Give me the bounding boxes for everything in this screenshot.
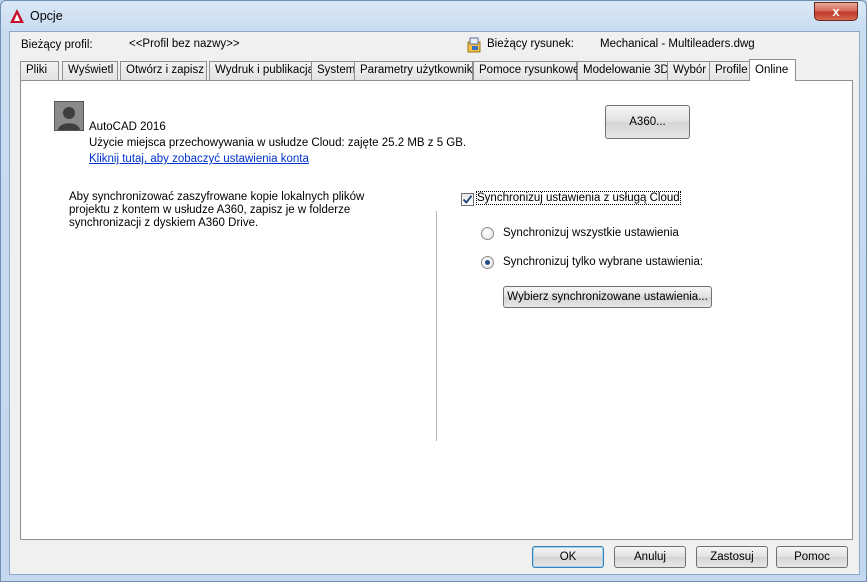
- user-avatar-icon: [54, 101, 84, 131]
- a360-button[interactable]: A360...: [605, 105, 690, 139]
- tab-pliki[interactable]: Pliki: [20, 61, 59, 80]
- cloud-storage-usage: Użycie miejsca przechowywania w usłudze …: [89, 137, 467, 149]
- current-drawing-label: Bieżący rysunek:: [487, 38, 574, 50]
- tab-online[interactable]: Online: [749, 59, 796, 81]
- account-settings-link[interactable]: Kliknij tutaj, aby zobaczyć ustawienia k…: [89, 153, 309, 165]
- options-dialog: Opcje x Bieżący profil: <<Profil bez naz…: [0, 0, 867, 582]
- apply-button[interactable]: Zastosuj: [696, 546, 768, 568]
- window-title: Opcje: [30, 9, 63, 23]
- profile-row: Bieżący profil: <<Profil bez nazwy>> Bie…: [10, 32, 859, 58]
- tab-otworz-i-zapisz[interactable]: Otwórz i zapisz: [120, 61, 207, 80]
- sync-selected-radio[interactable]: [481, 256, 494, 269]
- checkmark-icon: [462, 195, 473, 204]
- sync-settings-label[interactable]: Synchronizuj ustawienia z usługą Cloud: [476, 191, 681, 205]
- current-profile-value: <<Profil bez nazwy>>: [129, 38, 240, 50]
- drawing-icon: [467, 37, 481, 53]
- cancel-button[interactable]: Anuluj: [614, 546, 686, 568]
- sync-selected-label[interactable]: Synchronizuj tylko wybrane ustawienia:: [503, 256, 703, 268]
- sync-info-text: Aby synchronizować zaszyfrowane kopie lo…: [69, 191, 365, 229]
- tab-wyswietl[interactable]: Wyświetl: [62, 61, 118, 80]
- sync-all-label[interactable]: Synchronizuj wszystkie ustawienia: [503, 227, 679, 239]
- tab-modelowanie-3d[interactable]: Modelowanie 3D: [577, 61, 669, 80]
- sync-settings-checkbox[interactable]: [461, 193, 474, 206]
- tab-parametry-uzytkownika[interactable]: Parametry użytkownika: [354, 61, 479, 80]
- sync-all-radio[interactable]: [481, 227, 494, 240]
- tab-profile[interactable]: Profile: [709, 61, 750, 80]
- help-button[interactable]: Pomoc: [776, 546, 848, 568]
- close-icon: x: [832, 4, 840, 19]
- autocad-logo-icon: [10, 9, 24, 23]
- product-name: AutoCAD 2016: [89, 121, 166, 133]
- tab-pomoce-rysunkowe[interactable]: Pomoce rysunkowe: [473, 61, 579, 80]
- vertical-divider: [436, 211, 437, 441]
- online-tab-panel: AutoCAD 2016 Użycie miejsca przechowywan…: [20, 80, 853, 540]
- dialog-body: Bieżący profil: <<Profil bez nazwy>> Bie…: [9, 31, 860, 575]
- current-drawing-value: Mechanical - Multileaders.dwg: [600, 38, 755, 50]
- choose-synced-settings-button[interactable]: Wybierz synchronizowane ustawienia...: [503, 286, 712, 308]
- current-profile-label: Bieżący profil:: [21, 39, 93, 51]
- tab-wybor[interactable]: Wybór: [667, 61, 710, 80]
- tab-system[interactable]: System: [311, 61, 355, 80]
- close-button[interactable]: x: [814, 2, 858, 21]
- tab-wydruk-i-publikacja[interactable]: Wydruk i publikacja: [209, 61, 314, 80]
- ok-button[interactable]: OK: [532, 546, 604, 568]
- title-bar[interactable]: Opcje x: [1, 1, 866, 31]
